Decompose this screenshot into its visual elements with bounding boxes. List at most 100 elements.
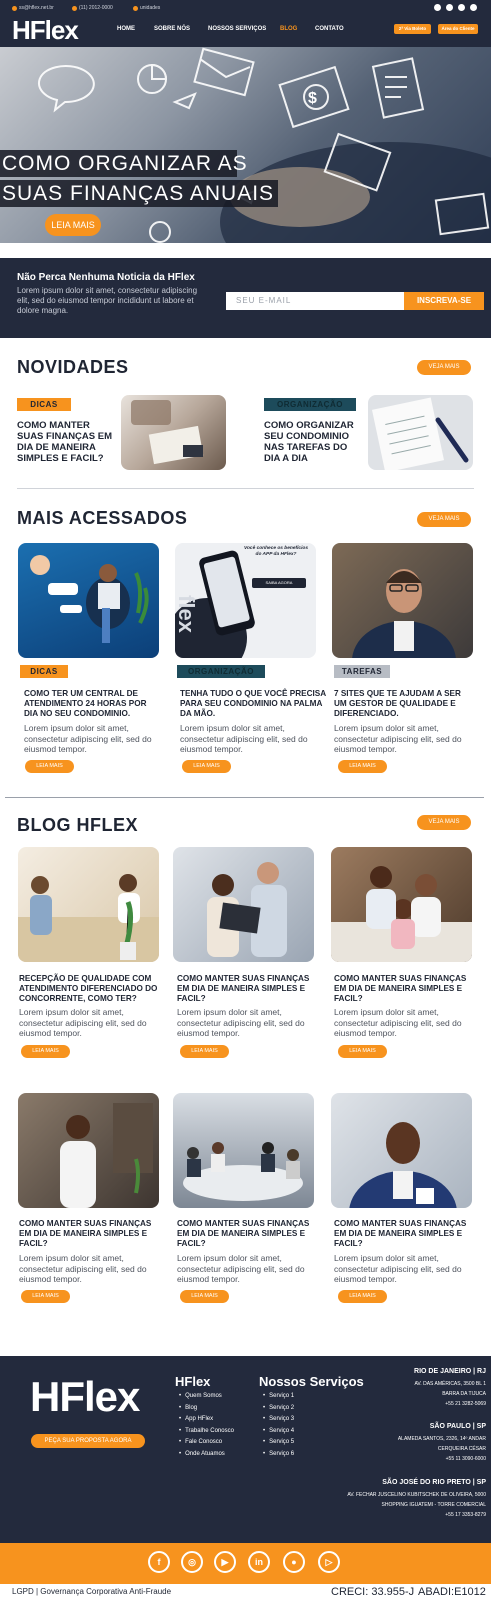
hero-read-more-button[interactable]: LEIA MAIS (45, 214, 101, 236)
footer-link[interactable]: Onde Atuamos (179, 1449, 234, 1461)
read-more-button[interactable]: LEIA MAIS (180, 1045, 229, 1058)
read-more-button[interactable]: LEIA MAIS (338, 1045, 387, 1058)
blog-card-title[interactable]: COMO MANTER SUAS FINANÇAS EM DIA DE MANE… (334, 1219, 479, 1249)
location-pin-icon (133, 5, 138, 11)
youtube-icon[interactable]: ▶ (214, 1551, 236, 1573)
subscribe-button[interactable]: INSCREVA-SE (404, 292, 484, 310)
linkedin-icon[interactable] (470, 4, 477, 11)
novidades-title: NOVIDADES (17, 357, 129, 377)
card-text: Lorem ipsum dolor sit amet, consectetur … (24, 723, 152, 754)
nav-home[interactable]: HOME (117, 26, 135, 32)
read-more-button[interactable]: LEIA MAIS (21, 1045, 70, 1058)
footer-link[interactable]: Fale Conosco (179, 1437, 234, 1449)
blog-title: BLOG HFLEX (17, 815, 138, 835)
logo[interactable]: HFlex (12, 15, 79, 46)
blog-image-meeting[interactable] (173, 1093, 314, 1208)
lgpd-link[interactable]: LGPD | Governança Corporativa Anti-Fraud… (12, 1584, 171, 1600)
blog-card-title[interactable]: COMO MANTER SUAS FINANÇAS EM DIA DE MANE… (177, 974, 322, 1004)
phone-contact[interactable]: (11) 2012-0000 (72, 5, 113, 11)
card-image-manager[interactable] (332, 543, 473, 658)
read-more-button[interactable]: LEIA MAIS (182, 760, 231, 773)
mail-icon (12, 5, 17, 11)
blog-image-woman-office[interactable] (18, 1093, 159, 1208)
footer-link[interactable]: App HFlex (179, 1414, 234, 1426)
youtube-icon[interactable] (458, 4, 465, 11)
card-text: Lorem ipsum dolor sit amet, consectetur … (180, 723, 308, 754)
location-link[interactable]: unidades (133, 5, 160, 11)
svg-text:flex: flex (175, 595, 199, 634)
footer-link[interactable]: Quem Somos (179, 1391, 234, 1403)
card-title[interactable]: TENHA TUDO O QUE VOCÊ PRECISA PARA SEU C… (180, 689, 328, 719)
tag-tarefas[interactable]: TAREFAS (334, 665, 390, 678)
proposal-button[interactable]: PEÇA SUA PROPOSTA AGORA (31, 1434, 145, 1448)
newsletter-text: Lorem ipsum dolor sit amet, consectetur … (17, 286, 198, 315)
read-more-button[interactable]: LEIA MAIS (338, 1290, 387, 1303)
email-contact[interactable]: ss@hflex.net.br (12, 5, 54, 11)
tag-dicas[interactable]: DICAS (17, 398, 71, 411)
tag-dicas[interactable]: DICAS (20, 665, 68, 678)
office-city: RIO DE JANEIRO | RJ (414, 1368, 486, 1375)
footer-logo[interactable]: HFlex (30, 1373, 140, 1421)
section-divider (17, 488, 474, 489)
facebook-icon[interactable]: f (148, 1551, 170, 1573)
blog-image-reception[interactable] (18, 847, 159, 962)
novidades-item-title[interactable]: COMO ORGANIZAR SEU CONDOMINIO NAS TAREFA… (264, 420, 364, 464)
facebook-icon[interactable] (434, 4, 441, 11)
client-area-button[interactable]: Área do Cliente (438, 24, 478, 34)
nav-servicos[interactable]: NOSSOS SERVIÇOS (208, 26, 266, 32)
footer-hflex-title: HFlex (175, 1374, 211, 1389)
instagram-icon[interactable] (446, 4, 453, 11)
hero-title-line2: SUAS FINANÇAS ANUAIS (0, 180, 278, 207)
blog-image-family[interactable] (331, 847, 472, 962)
blog-card-title[interactable]: COMO MANTER SUAS FINANÇAS EM DIA DE MANE… (334, 974, 479, 1004)
app-promo-button[interactable]: SAIBA AGORA (252, 578, 306, 588)
app-promo-line1: Você conhece os benefícios (243, 546, 309, 551)
blog-card-title[interactable]: COMO MANTER SUAS FINANÇAS EM DIA DE MANE… (177, 1219, 322, 1249)
play-store-icon[interactable]: ▷ (318, 1551, 340, 1573)
instagram-icon[interactable]: ◎ (181, 1551, 203, 1573)
footer-service-link[interactable]: Serviço 2 (263, 1403, 294, 1415)
read-more-button[interactable]: LEIA MAIS (25, 760, 74, 773)
blog-card-title[interactable]: RECEPÇÃO DE QUALIDADE COM ATENDIMENTO DI… (19, 974, 164, 1004)
footer-service-link[interactable]: Serviço 5 (263, 1437, 294, 1449)
novidades-image-finance[interactable] (121, 395, 226, 470)
office-city: SÃO JOSÉ DO RIO PRETO | SP (382, 1479, 486, 1486)
footer-service-link[interactable]: Serviço 4 (263, 1426, 294, 1438)
blog-card-text: Lorem ipsum dolor sit amet, consectetur … (177, 1007, 305, 1038)
read-more-button[interactable]: LEIA MAIS (21, 1290, 70, 1303)
tag-organizacao[interactable]: ORGANIZAÇÃO (177, 665, 265, 678)
read-more-button[interactable]: LEIA MAIS (338, 760, 387, 773)
blog-card-title[interactable]: COMO MANTER SUAS FINANÇAS EM DIA DE MANE… (19, 1219, 164, 1249)
card-image-app[interactable]: flex (175, 543, 316, 658)
email-input[interactable]: SEU E-MAIL (226, 292, 406, 310)
linkedin-icon[interactable]: in (248, 1551, 270, 1573)
boleto-button[interactable]: 2ª Via Boleto (394, 24, 431, 34)
blog-image-businessman[interactable] (331, 1093, 472, 1208)
footer-service-link[interactable]: Serviço 1 (263, 1391, 294, 1403)
footer-link[interactable]: Blog (179, 1403, 234, 1415)
apple-icon[interactable]: ● (283, 1551, 305, 1573)
blog-card-text: Lorem ipsum dolor sit amet, consectetur … (334, 1253, 462, 1284)
novidades-item-title[interactable]: COMO MANTER SUAS FINANÇAS EM DIA DE MANE… (17, 420, 117, 464)
nav-contato[interactable]: CONTATO (315, 26, 344, 32)
novidades-image-planner[interactable] (368, 395, 473, 470)
card-title[interactable]: 7 SITES QUE TE AJUDAM A SER UM GESTOR DE… (334, 689, 474, 719)
footer-service-link[interactable]: Serviço 6 (263, 1449, 294, 1461)
mais-acessados-see-more-button[interactable]: VEJA MAIS (417, 512, 471, 527)
card-title[interactable]: COMO TER UM CENTRAL DE ATENDIMENTO 24 HO… (24, 689, 160, 719)
footer-service-link[interactable]: Serviço 3 (263, 1414, 294, 1426)
nav-sobre[interactable]: SOBRE NÓS (154, 26, 190, 32)
social-bar (0, 1543, 491, 1584)
phone-icon (72, 5, 77, 11)
tag-organizacao[interactable]: ORGANIZAÇÃO (264, 398, 356, 411)
office-city: SÃO PAULO | SP (429, 1423, 486, 1430)
read-more-button[interactable]: LEIA MAIS (180, 1290, 229, 1303)
creci-text: CRECI: 33.955-J (331, 1586, 415, 1598)
blog-image-tablet[interactable] (173, 847, 314, 962)
svg-text:$: $ (308, 90, 317, 107)
card-image-callcenter[interactable] (18, 543, 159, 658)
blog-see-more-button[interactable]: VEJA MAIS (417, 815, 471, 830)
novidades-see-more-button[interactable]: VEJA MAIS (417, 360, 471, 375)
nav-blog[interactable]: BLOG (280, 26, 297, 32)
footer-link[interactable]: Trabalhe Conosco (179, 1426, 234, 1438)
